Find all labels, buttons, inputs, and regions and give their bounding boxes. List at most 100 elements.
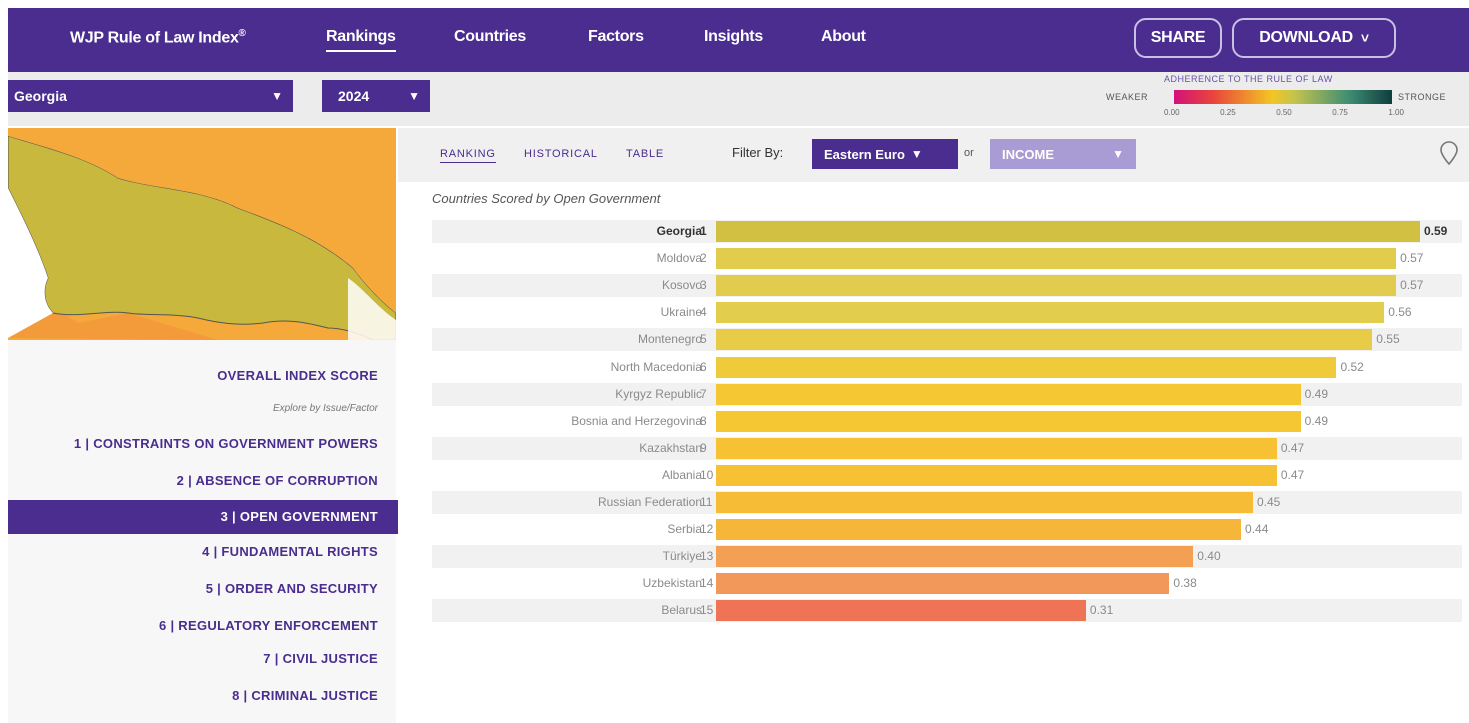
country-label: Kyrgyz Republic [615, 386, 702, 401]
factor-3[interactable]: 3 | OPEN GOVERNMENT [221, 509, 378, 524]
country-label: Uzbekistan [642, 576, 702, 591]
score-bar[interactable] [716, 519, 1242, 541]
factor-7[interactable]: 7 | CIVIL JUSTICE [263, 651, 378, 666]
factor-1[interactable]: 1 | CONSTRAINTS ON GOVERNMENT POWERS [74, 436, 378, 451]
score-value-label: 0.40 [1197, 549, 1221, 564]
rank-label: 4 [700, 305, 707, 320]
factor-5[interactable]: 5 | ORDER AND SECURITY [206, 581, 378, 596]
score-value-label: 0.45 [1256, 495, 1281, 509]
score-bar[interactable] [716, 410, 1301, 432]
rank-label: 10 [700, 467, 714, 482]
score-bar[interactable] [716, 464, 1277, 486]
score-bar[interactable] [716, 492, 1253, 513]
legend-tick: 0.75 [1332, 108, 1348, 117]
brand-name: WJP Rule of Law Index [70, 29, 239, 47]
region-filter-select[interactable]: Eastern Euro ▼ [812, 139, 958, 169]
chart-row[interactable]: Montenegro 5 0.55 [432, 328, 1462, 352]
nav-rankings[interactable]: Rankings [326, 28, 396, 52]
chart-row[interactable]: Moldova 2 0.57 [432, 247, 1462, 270]
chart-row[interactable]: Kazakhstan 9 0.47 [432, 436, 1462, 460]
rank-label: 9 [700, 440, 707, 455]
country-map[interactable] [8, 128, 396, 340]
chart-row[interactable]: North Macedonia 6 0.52 [432, 356, 1462, 379]
legend-tick: 1.00 [1388, 108, 1404, 117]
top-navbar: WJP Rule of Law Index® Rankings Countrie… [8, 8, 1469, 72]
overall-index-score[interactable]: OVERALL INDEX SCORE [217, 368, 378, 383]
score-bar[interactable] [716, 275, 1397, 297]
score-value-label: 0.57 [1400, 278, 1424, 293]
chart-row[interactable]: Türkiye 13 0.40 [432, 545, 1462, 569]
score-value-label: 0.47 [1280, 467, 1305, 482]
chart-row[interactable]: Ukraine 4 0.56 [432, 301, 1462, 324]
country-select-value: Georgia [14, 88, 67, 104]
rank-label: 11 [700, 495, 713, 509]
nav-about[interactable]: About [821, 28, 866, 46]
score-bar[interactable] [716, 221, 1420, 242]
score-bar[interactable] [716, 437, 1277, 459]
legend-stronger-label: STRONGE [1398, 92, 1447, 102]
score-value-label: 0.38 [1173, 576, 1197, 591]
tab-table[interactable]: TABLE [626, 148, 664, 160]
rank-label: 5 [700, 332, 707, 347]
chart-row[interactable]: Albania 10 0.47 [432, 464, 1462, 487]
selector-bar: Georgia ▼ 2024 ▼ ADHERENCE TO THE RULE O… [8, 72, 1469, 126]
score-value-label: 0.47 [1280, 440, 1305, 455]
country-label: Belarus [661, 603, 702, 618]
country-label: Bosnia and Herzegovina [571, 413, 702, 428]
rank-label: 3 [700, 278, 707, 293]
chart-row[interactable]: Russian Federation 11 0.45 [432, 491, 1462, 514]
region-filter-value: Eastern Euro [824, 146, 905, 162]
rank-label: 6 [700, 359, 707, 374]
rank-label: 13 [700, 549, 714, 564]
score-value-label: 0.55 [1376, 332, 1400, 347]
country-label: Serbia [667, 522, 702, 537]
factor-4[interactable]: 4 | FUNDAMENTAL RIGHTS [202, 544, 378, 559]
score-bar[interactable] [716, 600, 1086, 622]
score-bar[interactable] [716, 546, 1194, 568]
left-panel: OVERALL INDEX SCORE Explore by Issue/Fac… [8, 128, 412, 723]
rank-label: 12 [700, 522, 714, 537]
share-label: SHARE [1150, 29, 1206, 46]
chart-row[interactable]: Georgia 1 0.59 [432, 220, 1462, 243]
legend-weaker-label: WEAKER [1106, 92, 1149, 102]
caret-down-icon: ▼ [1112, 147, 1124, 161]
country-label: Albania [661, 467, 702, 482]
score-bar[interactable] [716, 302, 1385, 324]
legend-title: ADHERENCE TO THE RULE OF LAW [1164, 74, 1333, 84]
score-bar[interactable] [716, 573, 1170, 595]
nav-insights[interactable]: Insights [704, 28, 763, 46]
factor-2[interactable]: 2 | ABSENCE OF CORRUPTION [177, 473, 378, 488]
chart-row[interactable]: Belarus 15 0.31 [432, 599, 1462, 623]
tab-historical[interactable]: HISTORICAL [524, 148, 598, 160]
country-label: Georgia [656, 224, 702, 238]
score-value-label: 0.52 [1340, 359, 1364, 374]
chart-row[interactable]: Kyrgyz Republic 7 0.49 [432, 382, 1462, 406]
score-bar[interactable] [716, 329, 1373, 351]
chart-row[interactable]: Bosnia and Herzegovina 8 0.49 [432, 410, 1462, 433]
location-pin-icon[interactable] [1438, 140, 1460, 166]
download-button[interactable]: DOWNLOAD ˅ [1232, 18, 1396, 58]
chart-row[interactable]: Uzbekistan 14 0.38 [432, 572, 1462, 595]
year-select[interactable]: 2024 ▼ [322, 80, 430, 112]
factor-8[interactable]: 8 | CRIMINAL JUSTICE [232, 688, 378, 703]
chart-row[interactable]: Kosovo 3 0.57 [432, 274, 1462, 298]
caret-down-icon: ▼ [271, 89, 283, 103]
score-value-label: 0.56 [1388, 305, 1412, 320]
country-label: North Macedonia [610, 359, 702, 374]
nav-countries[interactable]: Countries [454, 28, 526, 46]
score-bar[interactable] [716, 383, 1301, 405]
chart-title: Countries Scored by Open Government [432, 191, 661, 206]
share-button[interactable]: SHARE [1134, 18, 1222, 58]
country-label: Türkiye [662, 549, 702, 564]
country-select[interactable]: Georgia ▼ [8, 80, 293, 112]
tab-ranking[interactable]: RANKING [440, 148, 496, 163]
nav-factors[interactable]: Factors [588, 28, 644, 46]
factor-6[interactable]: 6 | REGULATORY ENFORCEMENT [159, 618, 378, 633]
chart-row[interactable]: Serbia 12 0.44 [432, 518, 1462, 541]
income-filter-select[interactable]: INCOME ▼ [990, 139, 1136, 169]
rank-label: 14 [700, 576, 714, 591]
download-label: DOWNLOAD [1259, 29, 1353, 46]
brand-logo[interactable]: WJP Rule of Law Index® [70, 28, 246, 47]
score-bar[interactable] [716, 248, 1397, 270]
score-bar[interactable] [716, 356, 1337, 378]
